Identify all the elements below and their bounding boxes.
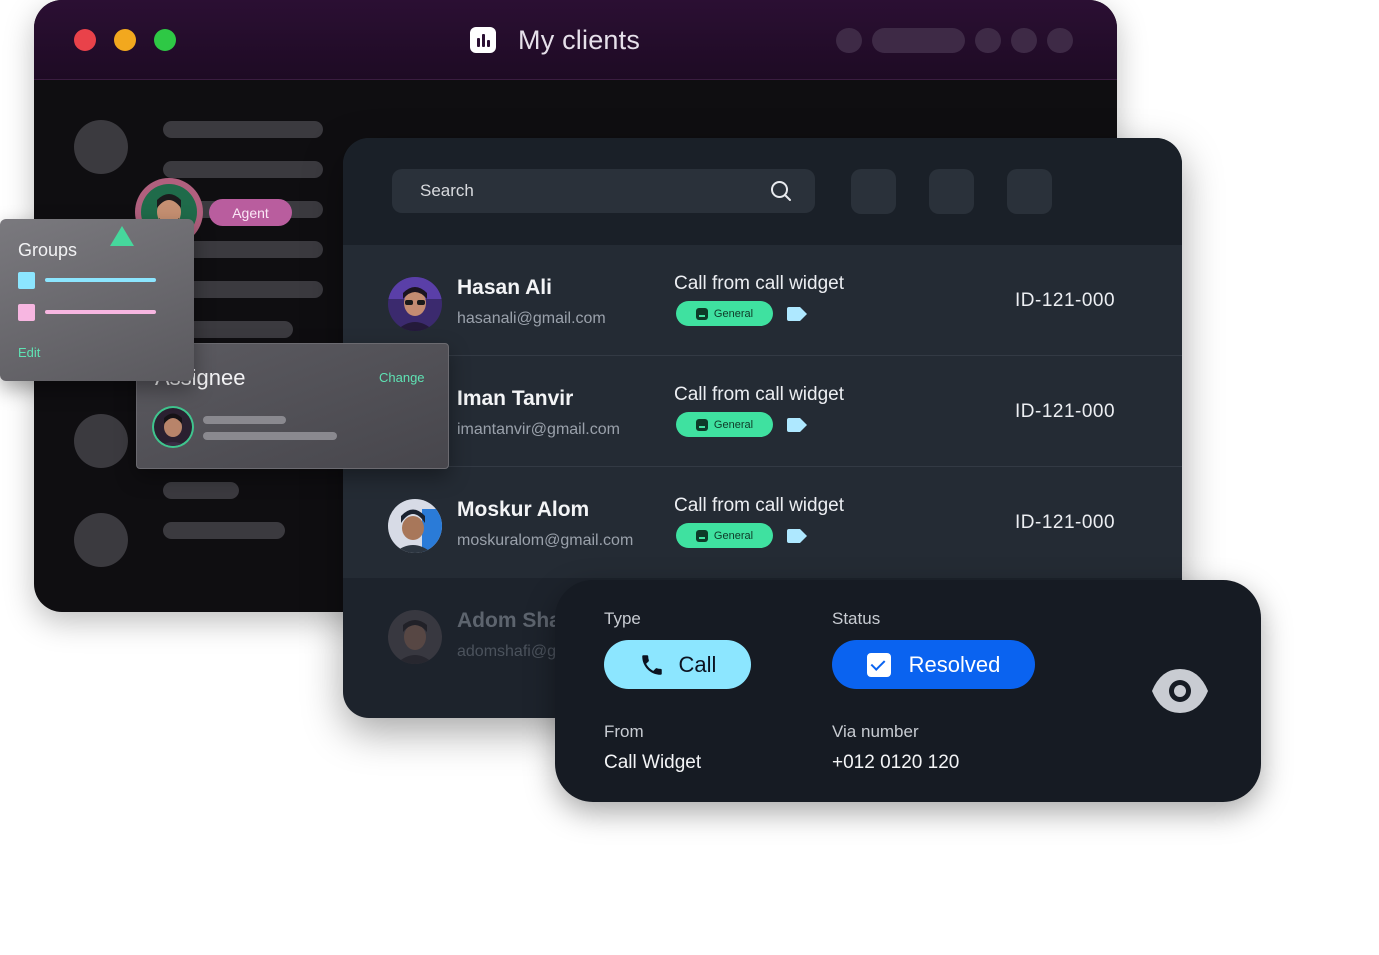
agent-badge: Agent — [209, 199, 292, 226]
skeleton-line — [203, 416, 286, 424]
label-icon[interactable] — [787, 529, 807, 543]
skeleton-avatar — [74, 513, 128, 567]
status-button[interactable]: Resolved — [832, 640, 1035, 689]
assignee-avatar — [152, 406, 194, 448]
search-box[interactable] — [392, 169, 815, 213]
client-email: moskuralom@gmail.com — [457, 532, 634, 549]
folder-icon — [695, 418, 708, 431]
client-source: Call from call widget — [674, 273, 844, 294]
group-line — [45, 310, 156, 314]
client-id: ID-121-000 — [1015, 512, 1116, 533]
toolbar-button[interactable] — [929, 169, 974, 214]
checkbox-icon — [866, 652, 891, 677]
call-type-button[interactable]: Call — [604, 640, 751, 689]
skeleton-line — [203, 432, 337, 440]
folder-icon — [695, 529, 708, 542]
client-row[interactable]: Moskur Alom moskuralom@gmail.com Call fr… — [343, 467, 1182, 578]
client-email: adomshafi@g — [457, 643, 556, 660]
toolbar-button[interactable] — [851, 169, 896, 214]
skeleton-line — [163, 522, 285, 539]
tag-badge[interactable]: General — [676, 301, 773, 326]
eye-icon[interactable] — [1151, 668, 1209, 714]
client-email: hasanali@gmail.com — [457, 310, 606, 327]
via-number-label: Via number — [832, 722, 919, 741]
client-avatar — [388, 277, 442, 331]
search-icon[interactable] — [770, 180, 792, 202]
pointer-arrow-icon — [110, 226, 134, 246]
group-line — [45, 278, 156, 282]
client-source: Call from call widget — [674, 495, 844, 516]
skeleton-avatar — [74, 414, 128, 468]
change-link[interactable]: Change — [379, 370, 425, 385]
label-icon[interactable] — [787, 307, 807, 321]
toolbar-placeholder — [1047, 28, 1073, 53]
group-color-swatch[interactable] — [18, 304, 35, 321]
call-type-label: Call — [678, 651, 717, 677]
folder-icon — [695, 307, 708, 320]
client-name[interactable]: Moskur Alom — [457, 498, 589, 522]
toolbar-placeholder — [1011, 28, 1037, 53]
phone-icon — [641, 654, 662, 675]
toolbar-placeholder — [872, 28, 965, 53]
from-value: Call Widget — [604, 752, 702, 773]
skeleton-line — [163, 161, 323, 178]
tag-label: General — [713, 418, 754, 431]
status-value: Resolved — [908, 651, 1001, 677]
from-label: From — [604, 722, 644, 741]
type-label: Type — [604, 609, 641, 628]
groups-title: Groups — [18, 240, 78, 260]
client-name[interactable]: Adom Sha — [457, 609, 561, 633]
client-source: Call from call widget — [674, 384, 844, 405]
skeleton-line — [163, 121, 323, 138]
tag-label: General — [713, 307, 754, 320]
bar-chart-icon — [470, 27, 496, 53]
edit-link[interactable]: Edit — [18, 345, 40, 360]
toolbar-button[interactable] — [1007, 169, 1052, 214]
via-number-value: +012 0120 120 — [832, 752, 960, 773]
toolbar-placeholder — [975, 28, 1001, 53]
skeleton-avatar — [74, 120, 128, 174]
label-icon[interactable] — [787, 418, 807, 432]
call-detail-card: Type Call Status Resolved From Call Widg… — [555, 580, 1261, 802]
panel-toolbar — [343, 138, 1182, 245]
toolbar-placeholder — [836, 28, 862, 53]
tag-badge[interactable]: General — [676, 412, 773, 437]
client-avatar — [388, 499, 442, 553]
group-color-swatch[interactable] — [18, 272, 35, 289]
window-title-group: My clients — [470, 22, 640, 58]
search-input[interactable] — [418, 180, 752, 202]
client-email: imantanvir@gmail.com — [457, 421, 620, 438]
window-title: My clients — [518, 24, 641, 55]
close-window-button[interactable] — [74, 29, 96, 51]
maximize-window-button[interactable] — [154, 29, 176, 51]
client-avatar — [388, 610, 442, 664]
client-row[interactable]: Iman Tanvir imantanvir@gmail.com Call fr… — [343, 356, 1182, 467]
title-bar: My clients — [34, 0, 1117, 80]
groups-card: Groups Edit — [0, 219, 194, 381]
tag-badge[interactable]: General — [676, 523, 773, 548]
client-id: ID-121-000 — [1015, 290, 1116, 311]
client-name[interactable]: Iman Tanvir — [457, 387, 573, 411]
client-name[interactable]: Hasan Ali — [457, 276, 552, 300]
client-row[interactable]: Hasan Ali hasanali@gmail.com Call from c… — [343, 245, 1182, 356]
skeleton-line — [163, 482, 239, 499]
minimize-window-button[interactable] — [114, 29, 136, 51]
tag-label: General — [713, 529, 754, 542]
status-label: Status — [832, 609, 881, 628]
client-id: ID-121-000 — [1015, 401, 1116, 422]
